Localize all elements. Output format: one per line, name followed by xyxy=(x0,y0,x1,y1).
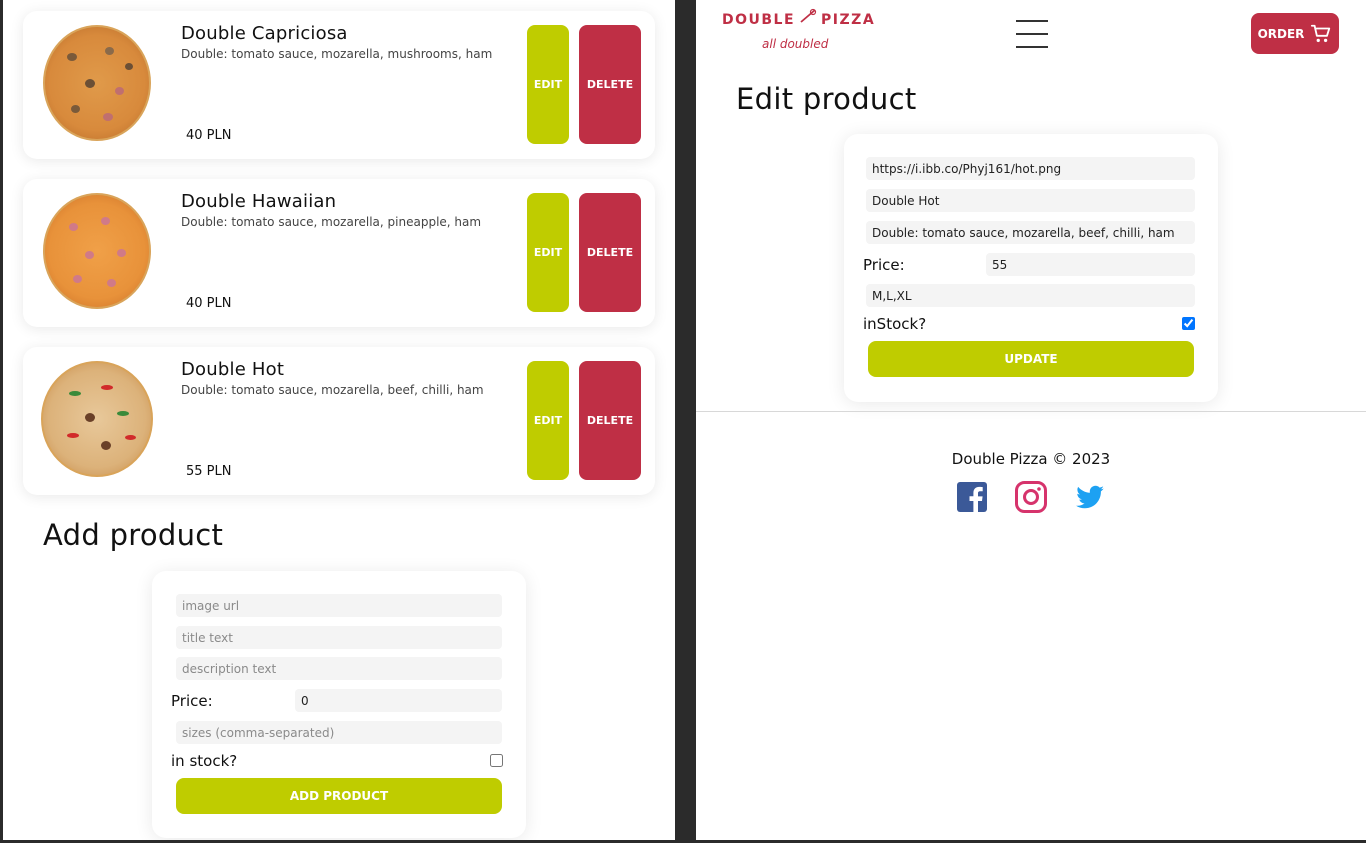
instagram-icon[interactable] xyxy=(1014,480,1048,514)
twitter-icon[interactable] xyxy=(1073,480,1107,514)
product-description: Double: tomato sauce, mozarella, mushroo… xyxy=(181,47,493,61)
order-button[interactable]: ORDER xyxy=(1251,13,1339,54)
add-product-form: Price: in stock? ADD PRODUCT xyxy=(152,571,526,838)
product-price: 40 PLN xyxy=(186,128,232,143)
facebook-icon[interactable] xyxy=(955,480,989,514)
footer-divider xyxy=(696,411,1366,412)
footer-copyright: Double Pizza © 2023 xyxy=(951,450,1111,468)
hamburger-menu-icon[interactable] xyxy=(1016,20,1048,48)
edit-button[interactable]: EDIT xyxy=(527,193,569,312)
in-stock-checkbox[interactable] xyxy=(490,754,503,767)
product-title: Double Hot xyxy=(181,359,285,380)
description-input[interactable] xyxy=(866,221,1195,244)
edit-product-form: Price: inStock? UPDATE xyxy=(844,134,1218,402)
price-input[interactable] xyxy=(295,689,502,712)
product-card: Double Capriciosa Double: tomato sauce, … xyxy=(23,11,655,159)
in-stock-label: in stock? xyxy=(171,752,238,770)
cart-icon xyxy=(1311,24,1331,42)
pizza-cutter-icon xyxy=(800,8,817,23)
product-card: Double Hawaiian Double: tomato sauce, mo… xyxy=(23,179,655,327)
edit-button[interactable]: EDIT xyxy=(527,361,569,480)
order-label: ORDER xyxy=(1257,26,1305,41)
product-description: Double: tomato sauce, mozarella, beef, c… xyxy=(181,383,484,397)
logo-word-pizza: PIZZA xyxy=(821,12,876,28)
price-label: Price: xyxy=(863,256,905,274)
in-stock-checkbox[interactable] xyxy=(1182,317,1195,330)
title-input[interactable] xyxy=(866,189,1195,212)
pizza-image xyxy=(41,361,153,477)
logo-word-double: DOUBLE xyxy=(722,12,796,28)
product-price: 55 PLN xyxy=(186,464,232,479)
product-description: Double: tomato sauce, mozarella, pineapp… xyxy=(181,215,482,229)
price-label: Price: xyxy=(171,692,213,710)
product-card: Double Hot Double: tomato sauce, mozarel… xyxy=(23,347,655,495)
update-button[interactable]: UPDATE xyxy=(868,341,1194,377)
pizza-image xyxy=(43,193,151,309)
edit-product-pane: DOUBLE PIZZA all doubled ORDER Edit produ… xyxy=(696,0,1366,840)
delete-button[interactable]: DELETE xyxy=(579,193,641,312)
product-title: Double Capriciosa xyxy=(181,23,348,44)
product-title: Double Hawaiian xyxy=(181,191,337,212)
edit-button[interactable]: EDIT xyxy=(527,25,569,144)
delete-button[interactable]: DELETE xyxy=(579,25,641,144)
sizes-input[interactable] xyxy=(176,721,502,744)
image-url-input[interactable] xyxy=(176,594,502,617)
sizes-input[interactable] xyxy=(866,284,1195,307)
add-product-button[interactable]: ADD PRODUCT xyxy=(176,778,502,814)
delete-button[interactable]: DELETE xyxy=(579,361,641,480)
admin-products-pane: Double Capriciosa Double: tomato sauce, … xyxy=(3,0,675,840)
description-input[interactable] xyxy=(176,657,502,680)
title-input[interactable] xyxy=(176,626,502,649)
in-stock-label: inStock? xyxy=(863,315,927,333)
add-product-title: Add product xyxy=(43,518,224,552)
product-price: 40 PLN xyxy=(186,296,232,311)
image-url-input[interactable] xyxy=(866,157,1195,180)
price-input[interactable] xyxy=(986,253,1195,276)
edit-product-title: Edit product xyxy=(736,82,917,116)
logo-tagline: all doubled xyxy=(762,37,829,51)
pizza-image xyxy=(43,25,151,141)
